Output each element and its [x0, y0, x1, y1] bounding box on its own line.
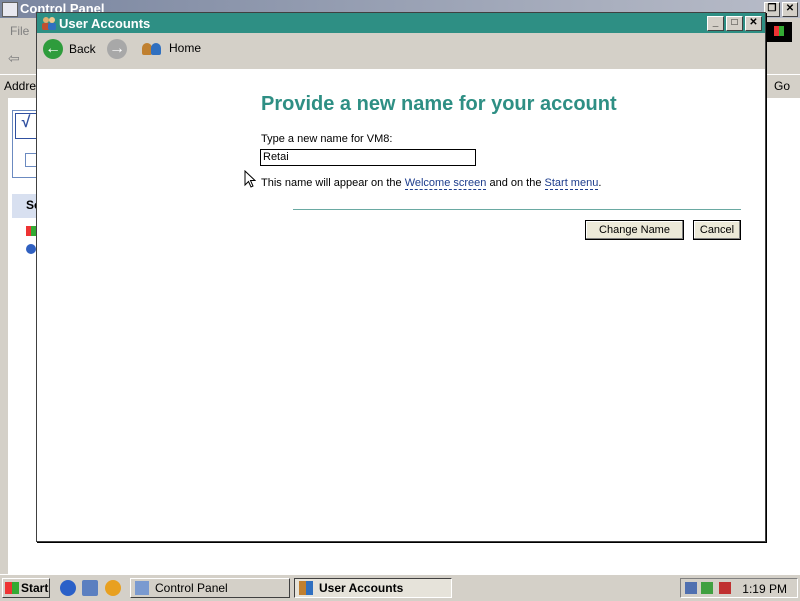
forward-arrow-icon: →: [107, 39, 127, 59]
home-users-icon: [141, 39, 163, 57]
start-label: Start: [21, 581, 49, 595]
info-prefix: This name will appear on the: [261, 177, 405, 189]
media-player-icon[interactable]: [105, 580, 121, 596]
windows-flag-icon: [5, 582, 19, 594]
control-panel-icon: [135, 581, 149, 595]
security-icon[interactable]: [719, 582, 731, 594]
taskbar-item-label: User Accounts: [319, 581, 404, 595]
show-desktop-icon[interactable]: [82, 580, 98, 596]
close-button[interactable]: ✕: [745, 16, 762, 31]
menu-file[interactable]: File: [10, 24, 29, 38]
network-icon[interactable]: [685, 582, 697, 594]
start-button[interactable]: Start: [2, 578, 50, 598]
page-title: Provide a new name for your account: [261, 93, 617, 115]
back-arrow-icon: ←: [43, 39, 63, 59]
minimize-button[interactable]: _: [707, 16, 724, 31]
name-prompt-label: Type a new name for VM8:: [261, 133, 393, 145]
new-name-input[interactable]: Retai: [260, 149, 476, 166]
clock[interactable]: 1:19 PM: [742, 582, 787, 596]
home-label: Home: [169, 41, 202, 55]
internet-explorer-icon[interactable]: [60, 580, 76, 596]
mouse-cursor-icon: [244, 170, 256, 188]
info-text: This name will appear on the Welcome scr…: [261, 177, 602, 190]
home-button[interactable]: Home: [141, 39, 201, 57]
taskbar-item-control-panel[interactable]: Control Panel: [130, 578, 290, 598]
address-label: Addre: [4, 79, 37, 93]
welcome-screen-link[interactable]: Welcome screen: [404, 177, 487, 190]
user-accounts-toolbar: ← Back → Home: [37, 33, 765, 69]
start-menu-link[interactable]: Start menu: [544, 177, 599, 190]
windows-logo-icon: [766, 22, 792, 42]
system-tray: 1:19 PM: [680, 578, 798, 598]
taskbar-item-label: Control Panel: [155, 581, 228, 595]
close-button[interactable]: ✕: [782, 2, 798, 17]
user-accounts-window: User Accounts _ □ ✕ ← Back → Home Provid…: [36, 12, 766, 542]
back-button[interactable]: ← Back: [43, 39, 96, 59]
back-arrow-icon[interactable]: ⇦: [8, 50, 20, 67]
checklist-icon: √: [15, 113, 37, 139]
control-panel-icon: [2, 2, 18, 17]
forward-button[interactable]: →: [107, 39, 127, 59]
go-button[interactable]: Go: [774, 79, 790, 93]
help-icon[interactable]: [26, 244, 36, 254]
user-accounts-title: User Accounts: [59, 16, 151, 31]
info-mid: and on the: [486, 177, 545, 189]
restore-button[interactable]: ❐: [764, 2, 780, 17]
info-suffix: .: [598, 177, 602, 189]
user-accounts-body: Provide a new name for your account Type…: [37, 69, 765, 541]
user-accounts-titlebar: User Accounts _ □ ✕: [37, 13, 765, 33]
tray-app-icon[interactable]: [701, 582, 713, 594]
cancel-button[interactable]: Cancel: [693, 220, 741, 240]
user-accounts-icon: [299, 581, 313, 595]
back-label: Back: [69, 42, 96, 56]
windows-update-icon[interactable]: [26, 226, 36, 236]
divider: [293, 209, 741, 210]
taskbar-item-user-accounts[interactable]: User Accounts: [294, 578, 452, 598]
change-name-button[interactable]: Change Name: [585, 220, 684, 240]
user-accounts-icon: [42, 17, 56, 30]
taskbar: Start Control Panel User Accounts 1:19 P…: [0, 574, 800, 601]
maximize-button[interactable]: □: [726, 16, 743, 31]
